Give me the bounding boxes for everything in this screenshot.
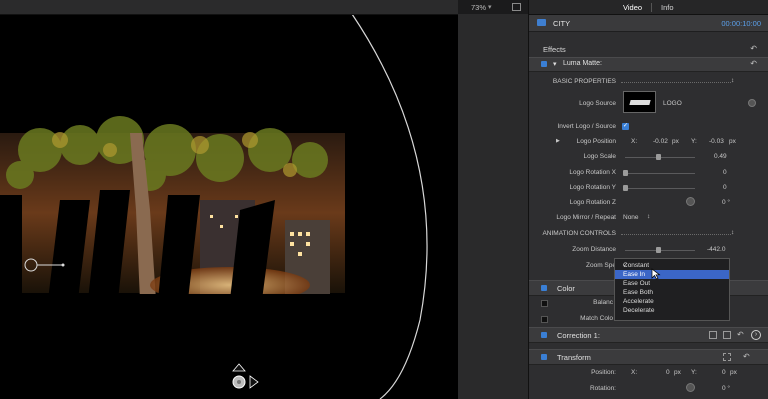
invert-label: Invert Logo / Source [557,123,616,130]
logo-position-y-value[interactable]: -0.03 [709,138,724,145]
position-x-label: X: [631,369,638,376]
position-y-value[interactable]: 0 [722,369,726,376]
basic-properties-label: BASIC PROPERTIES [552,78,616,85]
logo-source-label: Logo Source [579,100,616,107]
rotation-x-slider[interactable] [625,173,695,174]
luma-matte-reset-icon[interactable]: ↶ [750,59,757,68]
zoom-level[interactable]: 73% [471,3,486,12]
zoom-distance-value[interactable]: -442.0 [707,246,725,253]
luma-matte-title: Luma Matte: [563,60,602,67]
disclosure-triangle-icon[interactable]: ▾ [553,60,557,68]
viewer-toolbar [0,0,458,15]
rotation-z-label: Logo Rotation Z [569,199,616,206]
mirror-repeat-label: Logo Mirror / Repeat [556,214,616,221]
mirror-select-arrow-icon[interactable]: ↕ [647,213,650,220]
luma-matte-header[interactable]: ▾ Luma Matte: ↶ [529,57,768,72]
match-color-label: Match Colo [580,315,613,322]
logo-thumbnail [629,100,651,105]
logo-source-name: LOGO [663,100,682,107]
menu-item-ease-in[interactable]: Ease In [615,270,729,279]
zoom-distance-knob[interactable] [656,247,661,253]
shape-mask-icon[interactable] [723,331,731,339]
logo-position-y-label: Y: [691,138,697,145]
transform-reset-icon[interactable]: ↶ [743,352,750,361]
group-divider-2 [621,234,731,236]
viewer-canvas [0,13,428,399]
rotation-y-slider[interactable] [625,188,695,189]
inspector-panel: Video Info CITY 00:00:10:00 Effects ↶ ▾ … [528,0,768,399]
rotation-dial[interactable] [686,383,695,392]
rotation-y-knob[interactable] [623,185,628,191]
fullscreen-icon[interactable] [512,3,521,11]
logo-scale-label: Logo Scale [583,153,616,160]
logo-position-x-label: X: [631,138,638,145]
balance-label: Balanc [593,299,613,306]
rotation-z-value[interactable]: 0 ° [722,199,730,206]
correction-header[interactable]: Correction 1: ↶ › [529,327,768,343]
clip-name: CITY [553,19,571,28]
position-y-unit: px [730,369,737,376]
video-viewer[interactable] [0,0,458,399]
mask-icon[interactable] [709,331,717,339]
group-stepper-icon-2[interactable]: ↕ [731,229,734,236]
menu-item-decelerate[interactable]: Decelerate [615,306,729,315]
logo-position-x-unit: px [672,138,679,145]
rotation-x-value[interactable]: 0 [723,169,727,176]
correction-reset-icon[interactable]: ↶ [737,330,744,339]
zoom-distance-label: Zoom Distance [572,246,616,253]
logo-source-clear-icon[interactable] [748,99,756,107]
color-title: Color [557,284,575,293]
menu-item-accelerate[interactable]: Accelerate [615,297,729,306]
zoom-speed-label: Zoom Spe [586,262,616,269]
correction-title: Correction 1: [557,331,600,340]
viewer-sidebar-gap [458,14,528,399]
rotation-y-value[interactable]: 0 [723,184,727,191]
clip-timecode: 00:00:10:00 [721,19,761,28]
transform-enable-checkbox[interactable] [541,354,547,360]
film-icon [537,19,546,26]
group-stepper-icon[interactable]: ↕ [731,77,734,84]
mouse-cursor-icon [651,268,661,280]
menu-item-ease-both[interactable]: Ease Both [615,288,729,297]
effects-header: Effects ↶ [529,42,768,56]
position-x-value[interactable]: 0 [666,369,670,376]
tab-video[interactable]: Video [623,3,642,12]
inspector-tabs: Video Info [529,0,768,15]
rotation-y-label: Logo Rotation Y [569,184,617,191]
onscreen-controls-icon[interactable] [723,353,731,361]
tab-divider [651,3,652,12]
logo-source-well[interactable] [623,91,656,113]
luma-matte-enable-checkbox[interactable] [541,61,547,67]
invert-checkbox[interactable]: ✓ [622,123,629,130]
logo-scale-value[interactable]: 0.49 [714,153,727,160]
position-y-label: Y: [691,369,697,376]
color-enable-checkbox[interactable] [541,285,547,291]
rotation-value[interactable]: 0 ° [722,385,730,392]
logo-position-x-value[interactable]: -0.02 [653,138,668,145]
rotation-label: Rotation: [589,385,616,392]
rotation-z-dial[interactable] [686,197,695,206]
logo-position-label: Logo Position [576,138,616,145]
logo-position-y-unit: px [729,138,736,145]
tab-info[interactable]: Info [661,3,674,12]
transform-header[interactable]: Transform ↶ [529,349,768,365]
menu-item-ease-out[interactable]: Ease Out [615,279,729,288]
group-divider [621,82,731,84]
reset-icon[interactable]: ↶ [750,44,757,53]
transform-title: Transform [557,353,591,362]
rotation-x-label: Logo Rotation X [569,169,616,176]
clip-header: CITY 00:00:10:00 [529,15,768,32]
rotation-x-knob[interactable] [623,170,628,176]
zoom-caret-icon[interactable]: ▾ [488,3,492,11]
correction-enable-checkbox[interactable] [541,332,547,338]
effects-label: Effects [543,45,566,54]
mirror-repeat-select[interactable]: None [623,214,639,221]
color-board-icon[interactable]: › [751,330,761,340]
logo-scale-knob[interactable] [656,154,661,160]
zoom-speed-menu: ✓ Constant Ease In Ease Out Ease Both Ac… [614,258,730,321]
position-label: Position: [591,369,616,376]
position-x-unit: px [674,369,681,376]
animation-controls-label: ANIMATION CONTROLS [542,230,616,237]
menu-item-constant[interactable]: ✓ Constant [615,261,729,270]
